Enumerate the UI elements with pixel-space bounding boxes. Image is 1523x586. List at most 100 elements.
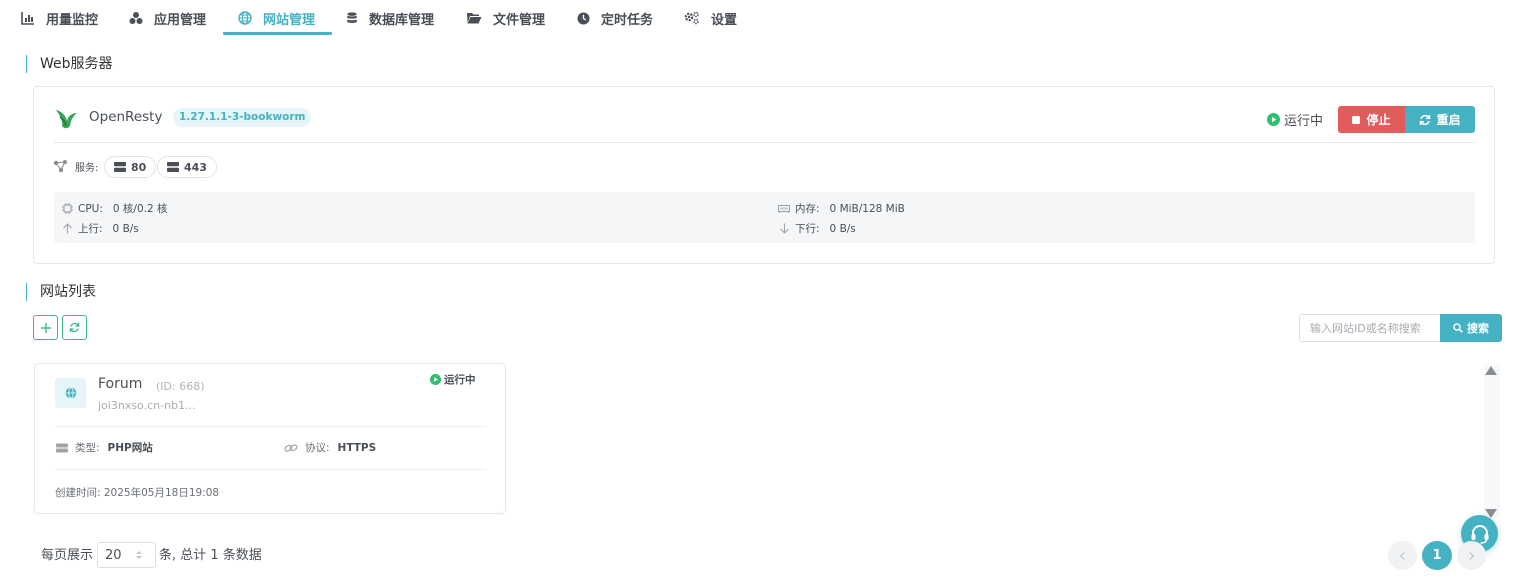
cpu-value: 0 核/0.2 核	[112, 203, 168, 215]
search-button[interactable]: 搜索	[1440, 314, 1502, 342]
port-tag-443[interactable]: 443	[157, 156, 217, 178]
server-icon	[167, 162, 179, 172]
site-list-section-title: 网站列表	[26, 283, 96, 301]
chevron-right-icon	[1469, 551, 1475, 560]
tab-label: 数据库管理	[369, 12, 435, 28]
site-search-input[interactable]	[1299, 314, 1441, 342]
site-card[interactable]: Forum (ID: 668) joi3nxso.cn-nb1... 运行中 类…	[34, 363, 506, 514]
services-label: 服务:	[75, 163, 99, 174]
divider	[55, 469, 486, 470]
link-icon	[284, 443, 298, 452]
arrow-down-icon	[780, 223, 789, 234]
server-name: OpenResty	[89, 109, 163, 125]
tab-scheduled-tasks[interactable]: 定时任务	[577, 0, 653, 36]
restart-button-label: 重启	[1436, 113, 1461, 127]
apps-icon	[129, 12, 143, 24]
stop-icon	[1352, 115, 1361, 124]
download-stat: 下行: 0 B/s	[779, 221, 856, 236]
site-type-value: PHP网站	[107, 442, 153, 454]
tab-label: 网站管理	[263, 12, 316, 28]
site-avatar	[55, 378, 86, 408]
gears-icon	[684, 11, 699, 25]
server-status: 运行中	[1267, 110, 1323, 129]
per-page-value: 20	[105, 547, 122, 563]
tab-label: 文件管理	[493, 12, 546, 28]
folder-icon	[467, 13, 482, 24]
web-server-section-title: Web服务器	[26, 55, 113, 73]
per-page-prefix: 每页展示	[41, 548, 94, 563]
download-value: 0 B/s	[829, 222, 856, 235]
active-tab-indicator	[223, 32, 332, 35]
web-server-card: OpenResty 1.27.1.1-3-bookworm 运行中 停止 重启 …	[33, 86, 1495, 264]
site-name: Forum	[98, 376, 143, 392]
plus-icon	[40, 322, 51, 333]
tab-label: 定时任务	[601, 12, 654, 28]
memory-stat: 内存: 0 MiB/128 MiB	[778, 201, 905, 216]
divider	[54, 142, 1475, 143]
add-site-button[interactable]	[33, 315, 58, 340]
stop-button-label: 停止	[1366, 113, 1391, 127]
pagination-summary: 条, 总计 1 条数据	[159, 548, 262, 563]
clock-icon	[577, 11, 590, 25]
spinner-arrows-icon	[136, 551, 142, 559]
page-number-button[interactable]: 1	[1422, 541, 1452, 570]
site-status-text: 运行中	[444, 374, 476, 386]
port-tag-80[interactable]: 80	[104, 156, 157, 178]
globe-icon	[65, 387, 76, 399]
stop-button[interactable]: 停止	[1338, 106, 1405, 133]
network-nodes-icon	[53, 160, 67, 173]
memory-value: 0 MiB/128 MiB	[829, 202, 905, 215]
site-id: (ID: 668)	[156, 380, 205, 393]
openresty-logo-icon	[56, 110, 77, 129]
cpu-stat: CPU: 0 核/0.2 核	[62, 201, 167, 216]
refresh-icon	[1420, 114, 1431, 125]
chevron-left-icon	[1399, 551, 1405, 560]
server-status-text: 运行中	[1284, 114, 1324, 129]
site-created-time: 创建时间: 2025年05月18日19:08	[55, 487, 220, 499]
tab-app-management[interactable]: 应用管理	[129, 0, 206, 36]
tab-settings[interactable]: 设置	[684, 0, 737, 36]
search-icon	[1453, 323, 1463, 333]
next-page-button[interactable]	[1457, 541, 1486, 570]
play-circle-icon	[430, 374, 441, 385]
arrow-up-icon	[63, 223, 72, 234]
resource-stats: CPU: 0 核/0.2 核 上行: 0 B/s 内存: 0 MiB/128 M…	[54, 192, 1475, 243]
port-number: 443	[184, 160, 207, 174]
port-number: 80	[131, 160, 147, 174]
download-label: 下行:	[795, 223, 820, 235]
site-domain: joi3nxso.cn-nb1...	[98, 399, 196, 412]
site-type-label: 类型:	[75, 442, 100, 454]
site-protocol: 协议: HTTPS	[284, 440, 376, 455]
refresh-icon	[69, 322, 80, 333]
site-type: 类型: PHP网站	[56, 440, 153, 455]
tab-database-management[interactable]: 数据库管理	[346, 0, 434, 36]
tab-file-management[interactable]: 文件管理	[466, 0, 545, 36]
restart-button[interactable]: 重启	[1405, 106, 1475, 133]
scroll-up-arrow-icon[interactable]	[1485, 366, 1497, 375]
tab-website-management[interactable]: 网站管理	[238, 0, 315, 36]
chart-icon	[21, 12, 34, 25]
search-button-label: 搜索	[1467, 322, 1489, 335]
per-page-select[interactable]: 20	[97, 542, 156, 568]
site-protocol-label: 协议:	[305, 442, 330, 454]
server-version-badge: 1.27.1.1-3-bookworm	[173, 108, 312, 127]
top-tabs: 用量监控 应用管理 网站管理 数据库管理 文件管理 定时任务 设置	[0, 0, 1523, 36]
play-circle-icon	[1267, 113, 1280, 126]
tab-usage-monitor[interactable]: 用量监控	[21, 0, 98, 36]
site-status: 运行中	[430, 372, 476, 387]
previous-page-button[interactable]	[1388, 541, 1417, 570]
cpu-label: CPU:	[78, 202, 103, 215]
cpu-chip-icon	[62, 203, 73, 214]
server-icon	[114, 162, 126, 172]
tab-label: 用量监控	[46, 12, 99, 28]
tab-label: 设置	[711, 12, 738, 28]
refresh-list-button[interactable]	[62, 315, 87, 340]
divider	[55, 426, 486, 427]
upload-value: 0 B/s	[112, 222, 139, 235]
tab-label: 应用管理	[154, 12, 207, 28]
globe-icon	[238, 11, 252, 25]
scrollbar[interactable]	[1484, 365, 1500, 517]
database-icon	[347, 12, 357, 23]
upload-label: 上行:	[78, 223, 103, 235]
upload-stat: 上行: 0 B/s	[62, 221, 139, 236]
